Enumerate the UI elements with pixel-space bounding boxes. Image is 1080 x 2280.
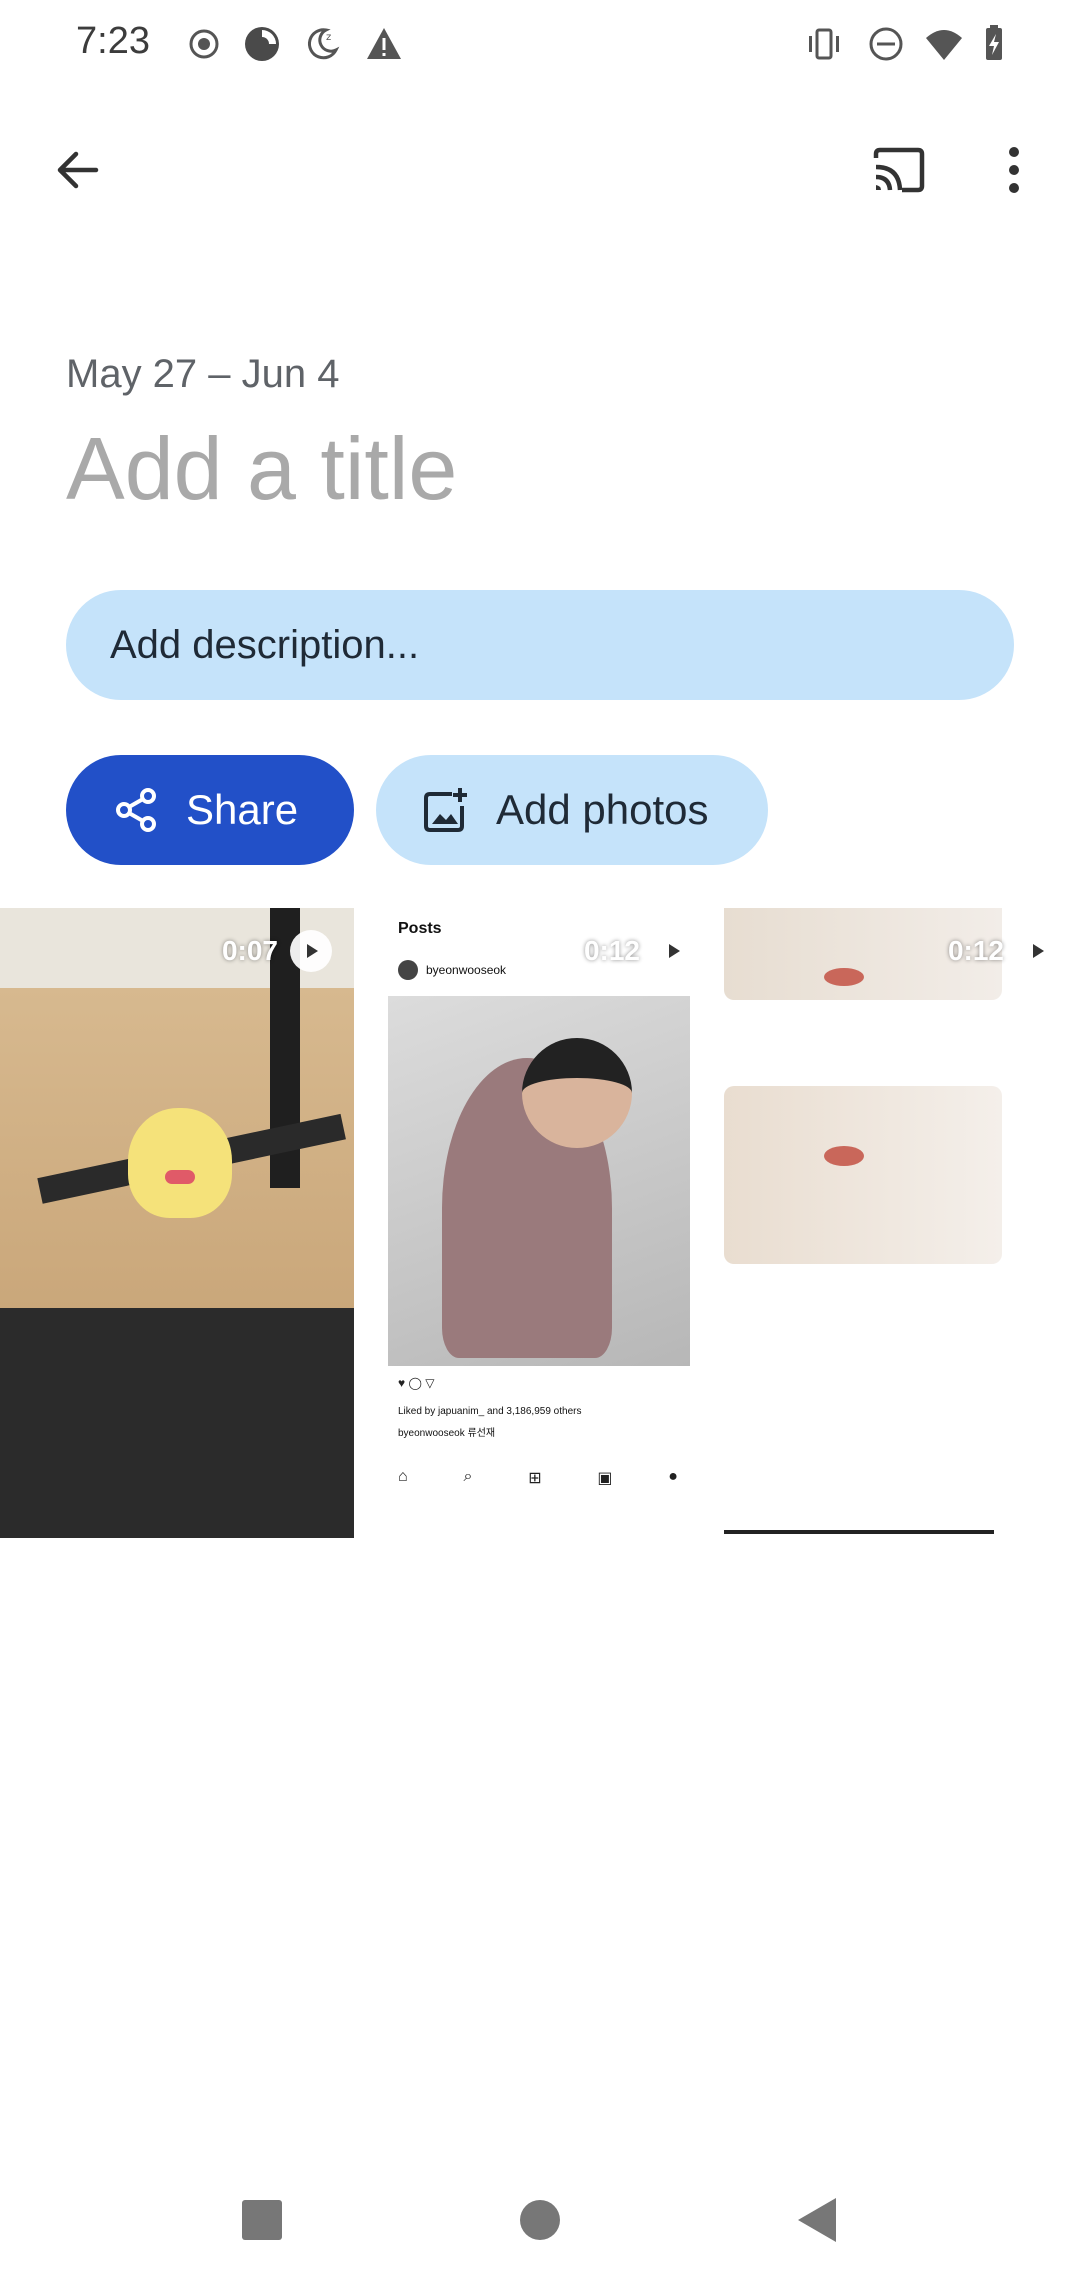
battery-charging-icon [974,24,1014,64]
cast-icon [873,147,925,193]
back-triangle-icon [798,2198,836,2242]
share-label: Share [186,786,299,833]
more-options-button[interactable] [964,120,1064,220]
media-grid: 0:07 Posts byeonwooseok ♥ ◯ ▽ Liked by j… [0,908,1080,1538]
description-field[interactable]: Add description... [66,590,1014,700]
video-badge: 0:07 [222,930,332,972]
thumb-post-user: byeonwooseok [398,960,506,980]
thumb-add-icon: ⊞ [528,1470,542,1487]
back-button[interactable] [28,120,128,220]
thumb-post-caption: byeonwooseok 류선재 [398,1428,496,1439]
cast-button[interactable] [848,120,948,220]
status-time: 7:23 [76,20,150,62]
media-tile[interactable]: Posts byeonwooseok ♥ ◯ ▽ Liked by japuan… [362,908,716,1538]
record-icon [184,24,224,64]
video-duration: 0:12 [583,935,640,966]
play-icon [1016,930,1058,972]
data-saver-icon [242,24,282,64]
media-tile[interactable]: 0:07 [0,908,354,1538]
vibrate-icon [804,24,844,64]
back-nav-button[interactable] [788,2190,848,2250]
thumb-detail [824,968,864,986]
thumb-post-actions: ♥ ◯ ▽ [398,1376,435,1390]
description-placeholder: Add description... [110,622,420,667]
share-icon [116,788,156,832]
media-tile[interactable]: 0:12 [724,908,1080,1538]
video-duration: 0:07 [221,935,278,966]
thumb-person-head [522,1038,632,1148]
dnd-minus-icon [866,24,906,64]
date-range[interactable]: May 27 – Jun 4 [66,352,340,397]
play-icon [652,930,694,972]
thumb-progress-bar [724,1530,994,1534]
toy-figure [128,1108,232,1218]
system-nav-bar [0,2160,1080,2280]
wifi-icon [924,24,964,64]
share-button[interactable]: Share [66,755,354,865]
keyboard [0,1308,354,1538]
thumb-image-middle [724,1086,1002,1264]
thumb-post-nav: ⌂ ⌕ ⊞ ▣ ● [398,1468,678,1488]
recents-button[interactable] [232,2190,292,2250]
play-icon [290,930,332,972]
thumb-post-likes: Liked by japuanim_ and 3,186,959 others [398,1406,582,1417]
toy-bow [165,1170,195,1184]
thumb-detail [824,1146,864,1166]
thumb-avatar [398,960,418,980]
thumb-post-header: Posts [398,920,442,937]
thumb-search-icon: ⌕ [463,1468,473,1485]
toolbar [0,120,1080,220]
video-duration: 0:12 [947,935,1004,966]
status-bar: 7:23 z [0,0,1080,90]
recents-square-icon [242,2200,282,2240]
do-not-disturb-moon-icon: z [302,24,342,64]
video-badge: 0:12 [948,930,1058,972]
video-badge: 0:12 [584,930,694,972]
home-circle-icon [520,2200,560,2240]
home-button[interactable] [510,2190,570,2250]
thumb-home-icon: ⌂ [398,1468,408,1485]
add-photos-button[interactable]: Add photos [376,755,768,865]
back-arrow-icon [57,151,99,189]
thumb-username: byeonwooseok [426,963,507,977]
album-title-input[interactable]: Add a title [66,418,457,520]
svg-text:z: z [326,32,331,43]
thumb-profile-icon: ● [668,1468,678,1485]
warning-icon [364,24,404,64]
add-photos-label: Add photos [496,786,709,833]
thumb-reels-icon: ▣ [597,1470,613,1487]
more-vert-icon [1009,147,1019,193]
add-photo-icon [424,788,467,832]
